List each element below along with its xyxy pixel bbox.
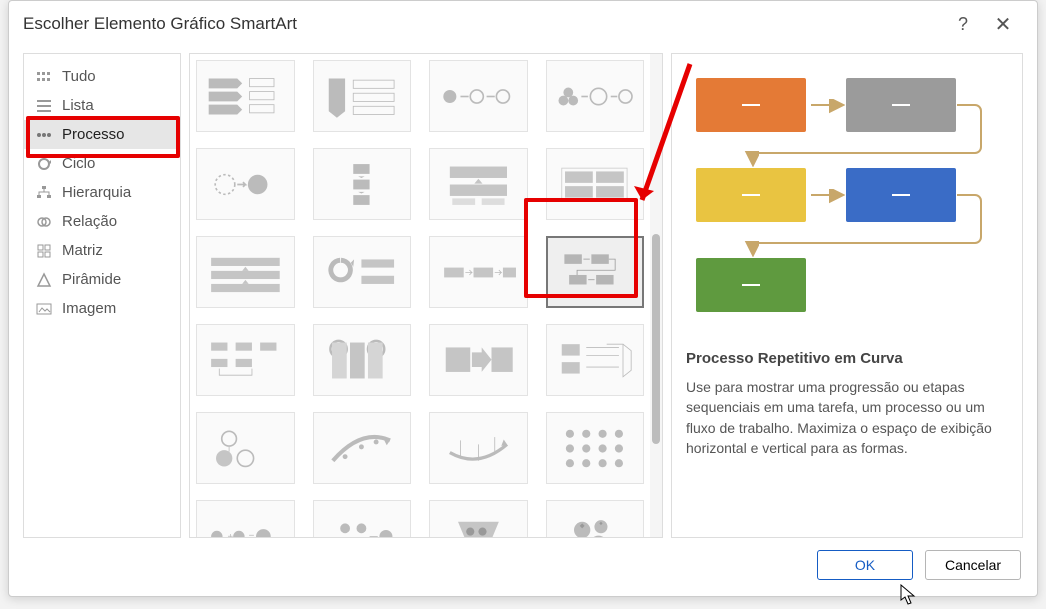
gallery-thumb[interactable] — [196, 60, 295, 132]
gallery-thumb[interactable] — [196, 324, 295, 396]
cancel-button[interactable]: Cancelar — [925, 550, 1021, 580]
sidebar-item-label: Pirâmide — [62, 271, 121, 288]
sidebar-item-label: Tudo — [62, 68, 96, 85]
sidebar-item-matriz[interactable]: Matriz — [24, 236, 180, 265]
svg-text:+: + — [352, 536, 358, 537]
preview-panel: Processo Repetitivo em Curva Use para mo… — [671, 53, 1023, 538]
gallery-thumb[interactable] — [546, 412, 645, 484]
matrix-icon — [36, 243, 52, 259]
sidebar-item-ciclo[interactable]: Ciclo — [24, 149, 180, 178]
smartart-gallery[interactable]: += + — [190, 54, 650, 537]
gallery-thumb[interactable] — [546, 60, 645, 132]
sidebar-item-piramide[interactable]: Pirâmide — [24, 265, 180, 294]
gallery-thumb[interactable] — [546, 148, 645, 220]
svg-text:+: + — [227, 531, 233, 537]
gallery-thumb[interactable] — [429, 236, 528, 308]
sidebar-item-tudo[interactable]: Tudo — [24, 62, 180, 91]
sidebar-item-label: Lista — [62, 97, 94, 114]
gallery-scrollbar[interactable] — [650, 54, 662, 537]
gallery-thumb[interactable] — [313, 60, 412, 132]
gallery-thumb[interactable] — [546, 324, 645, 396]
gallery-panel: += + — [189, 53, 663, 538]
gallery-thumb-selected[interactable] — [546, 236, 645, 308]
dialog-body: Tudo Lista Processo Ciclo — [9, 47, 1037, 538]
sidebar-item-label: Imagem — [62, 300, 116, 317]
sidebar-item-imagem[interactable]: Imagem — [24, 294, 180, 323]
sidebar-item-label: Ciclo — [62, 155, 95, 172]
preview-diagram — [686, 68, 1008, 338]
help-button[interactable]: ? — [943, 14, 983, 35]
sidebar-item-label: Relação — [62, 213, 117, 230]
gallery-thumb[interactable]: += — [196, 500, 295, 537]
image-icon — [36, 301, 52, 317]
gallery-thumb[interactable] — [196, 412, 295, 484]
sidebar-item-hierarquia[interactable]: Hierarquia — [24, 178, 180, 207]
gallery-thumb[interactable] — [429, 148, 528, 220]
gallery-thumb[interactable] — [313, 148, 412, 220]
dialog-title: Escolher Elemento Gráfico SmartArt — [23, 14, 943, 34]
gallery-thumb[interactable] — [313, 236, 412, 308]
process-icon — [36, 127, 52, 143]
gallery-thumb[interactable] — [429, 324, 528, 396]
svg-text:=: = — [249, 531, 255, 537]
ok-button[interactable]: OK — [817, 550, 913, 580]
preview-title: Processo Repetitivo em Curva — [686, 350, 1008, 367]
sidebar-item-label: Matriz — [62, 242, 103, 259]
dialog-footer: OK Cancelar — [9, 538, 1037, 596]
preview-description: Use para mostrar uma progressão ou etapa… — [686, 377, 1008, 458]
cycle-icon — [36, 156, 52, 172]
category-sidebar: Tudo Lista Processo Ciclo — [23, 53, 181, 538]
gallery-thumb[interactable] — [313, 412, 412, 484]
gallery-thumb[interactable] — [196, 148, 295, 220]
titlebar: Escolher Elemento Gráfico SmartArt ? ✕ — [9, 1, 1037, 47]
sidebar-item-relacao[interactable]: Relação — [24, 207, 180, 236]
gallery-thumb[interactable] — [313, 324, 412, 396]
gallery-thumb[interactable] — [546, 500, 645, 537]
hierarchy-icon — [36, 185, 52, 201]
gallery-thumb[interactable]: + — [313, 500, 412, 537]
sidebar-item-label: Hierarquia — [62, 184, 131, 201]
relation-icon — [36, 214, 52, 230]
list-icon — [36, 98, 52, 114]
gallery-thumb[interactable] — [429, 500, 528, 537]
gallery-thumb[interactable] — [429, 412, 528, 484]
sidebar-item-label: Processo — [62, 126, 125, 143]
pyramid-icon — [36, 272, 52, 288]
gallery-thumb[interactable] — [429, 60, 528, 132]
sidebar-item-lista[interactable]: Lista — [24, 91, 180, 120]
smartart-dialog: Escolher Elemento Gráfico SmartArt ? ✕ T… — [8, 0, 1038, 597]
grid-icon — [36, 69, 52, 85]
gallery-thumb[interactable] — [196, 236, 295, 308]
close-button[interactable]: ✕ — [983, 12, 1023, 37]
sidebar-item-processo[interactable]: Processo — [24, 120, 180, 149]
